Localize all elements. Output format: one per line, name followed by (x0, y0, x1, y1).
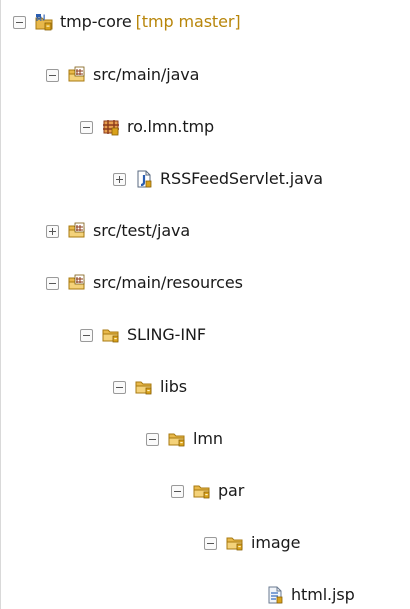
package-icon (102, 118, 120, 136)
expand-icon[interactable] (113, 172, 126, 186)
tree-item-label: par (218, 481, 245, 500)
tree-item-label: lmn (193, 429, 223, 448)
tree-item-src-main-java[interactable]: src/main/java (46, 62, 199, 88)
project-explorer-tree: tmp-core [tmp master] src/main/java ro.l… (0, 0, 410, 609)
folder-icon (102, 326, 120, 344)
source-folder-icon (68, 66, 86, 84)
folder-icon (135, 378, 153, 396)
java-file-icon (135, 170, 153, 188)
collapse-icon[interactable] (113, 380, 126, 394)
folder-icon (226, 534, 244, 552)
tree-item-label: ro.lmn.tmp (127, 117, 215, 136)
collapse-icon[interactable] (171, 484, 184, 498)
collapse-icon[interactable] (204, 536, 217, 550)
tree-item-label: tmp-core (60, 12, 132, 31)
tree-item-lmn[interactable]: lmn (146, 426, 223, 452)
collapse-icon[interactable] (146, 432, 159, 446)
project-icon (35, 13, 53, 31)
tree-item-sling-inf[interactable]: SLING-INF (80, 322, 206, 348)
source-folder-icon (68, 222, 86, 240)
tree-item-label: src/test/java (93, 221, 191, 240)
tree-item-project[interactable]: tmp-core [tmp master] (13, 9, 241, 35)
collapse-icon[interactable] (80, 328, 93, 342)
tree-item-par[interactable]: par (171, 478, 244, 504)
collapse-icon[interactable] (46, 68, 59, 82)
tree-item-label: image (251, 533, 301, 552)
tree-item-libs[interactable]: libs (113, 374, 187, 400)
tree-item-src-main-resources[interactable]: src/main/resources (46, 270, 243, 296)
tree-item-label: SLING-INF (127, 325, 206, 344)
tree-item-src-test-java[interactable]: src/test/java (46, 218, 190, 244)
tree-item-label: html.jsp (291, 585, 355, 604)
source-folder-icon (68, 274, 86, 292)
expand-icon[interactable] (46, 224, 59, 238)
collapse-icon[interactable] (46, 276, 59, 290)
collapse-icon[interactable] (80, 120, 93, 134)
tree-item-image[interactable]: image (204, 530, 300, 556)
folder-icon (193, 482, 211, 500)
tree-item-html-jsp[interactable]: html.jsp (266, 582, 355, 608)
tree-item-java-file[interactable]: RSSFeedServlet.java (113, 166, 323, 192)
tree-item-label: RSSFeedServlet.java (160, 169, 323, 188)
tree-item-label: libs (160, 377, 187, 396)
tree-item-label: src/main/java (93, 65, 200, 84)
tree-item-label: src/main/resources (93, 273, 243, 292)
tree-item-package[interactable]: ro.lmn.tmp (80, 114, 214, 140)
collapse-icon[interactable] (13, 15, 26, 29)
folder-icon (168, 430, 186, 448)
jsp-file-icon (266, 586, 284, 604)
git-decoration: [tmp master] (135, 12, 241, 31)
